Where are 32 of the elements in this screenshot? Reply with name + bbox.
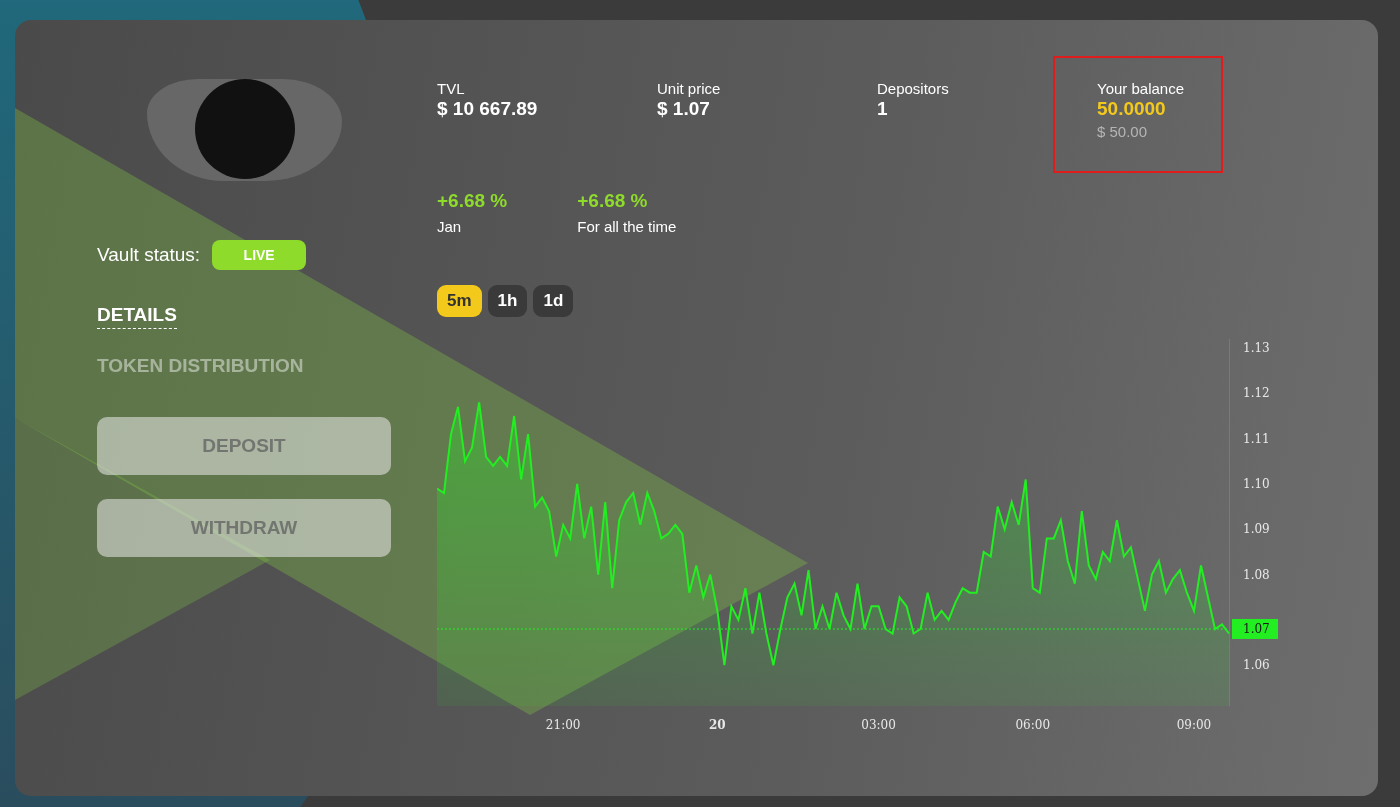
- x-axis-label: 20: [709, 718, 726, 732]
- return-value: +6.68 %: [577, 190, 649, 212]
- x-axis-label: 09:00: [1176, 718, 1212, 732]
- timeframe-button[interactable]: 1d: [533, 285, 574, 317]
- stat-value: $ 1.07: [657, 98, 711, 120]
- return-label: Jan: [437, 218, 463, 235]
- timeframe-button[interactable]: 1h: [487, 285, 528, 317]
- timeframe-button[interactable]: 5m: [437, 285, 482, 317]
- y-axis-label: 1.08: [1243, 567, 1270, 582]
- current-price-tag: 1.07: [1232, 619, 1278, 639]
- stat-label: Depositors: [877, 80, 950, 97]
- stat-subvalue: $ 50.00: [1097, 123, 1149, 140]
- nav-tab[interactable]: DETAILS: [97, 304, 177, 329]
- x-axis-label: 06:00: [1015, 718, 1051, 732]
- return-value: +6.68 %: [437, 190, 508, 212]
- x-axis-label: 03:00: [861, 718, 896, 732]
- y-axis-label: 1.11: [1243, 431, 1270, 446]
- y-axis-label: 1.12: [1243, 386, 1270, 401]
- stat-label: TVL: [437, 80, 466, 97]
- stat-value: 50.0000: [1097, 98, 1167, 120]
- y-axis-label: 1.09: [1243, 522, 1270, 537]
- return-label: For all the time: [577, 218, 677, 235]
- y-axis-label: 1.06: [1243, 658, 1270, 673]
- stat-label: Unit price: [657, 80, 722, 97]
- y-axis-label: 1.10: [1243, 477, 1270, 491]
- y-axis-label: 1.13: [1243, 341, 1270, 356]
- stat-label: Your balance: [1097, 80, 1186, 97]
- vault-status-label: Vault status:: [97, 244, 201, 266]
- x-axis-label: 21:00: [545, 718, 581, 732]
- status-badge: LIVE: [212, 240, 307, 270]
- stat-value: $ 10 667.89: [437, 98, 539, 120]
- stat-value: 1: [877, 98, 889, 120]
